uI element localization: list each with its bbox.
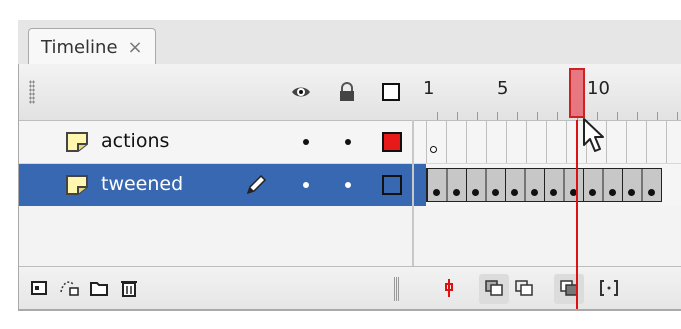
frames-area[interactable]	[426, 164, 681, 206]
frame-cells	[426, 121, 681, 163]
outline-color-swatch[interactable]	[382, 132, 402, 152]
timeline-panel-window: Timeline × 1 5 10 actions tweened	[0, 0, 681, 329]
keyframe-dot[interactable]	[608, 189, 616, 196]
layer-name-area[interactable]: tweened	[19, 164, 412, 206]
keyframe-dot[interactable]	[433, 189, 440, 196]
layer-icon	[66, 132, 88, 152]
frame-number: 1	[423, 78, 435, 99]
new-folder-icon[interactable]	[89, 278, 109, 298]
frame-number: 10	[587, 78, 610, 99]
keyframe-dot[interactable]	[628, 189, 635, 196]
timeline-toolbar	[19, 266, 681, 310]
keyframe-dot[interactable]	[452, 189, 460, 196]
empty-keyframe[interactable]	[430, 146, 437, 153]
keyframe-dot[interactable]	[511, 189, 518, 196]
keyframe-dot[interactable]	[472, 189, 479, 196]
toolbar-splitter[interactable]	[394, 277, 399, 301]
lock-toggle[interactable]	[345, 139, 351, 145]
eye-icon[interactable]	[291, 82, 311, 102]
motion-guide-icon[interactable]	[59, 278, 79, 298]
tab-title: Timeline	[41, 36, 118, 58]
tab-timeline[interactable]: Timeline ×	[28, 28, 156, 65]
empty-layer-area[interactable]	[19, 206, 681, 266]
timeline-panel: 1 5 10 actions tweened	[18, 64, 681, 310]
keyframe-dot[interactable]	[530, 189, 538, 196]
visibility-toggle[interactable]	[303, 139, 309, 145]
panel-tab-strip: Timeline ×	[18, 20, 681, 65]
layer-name[interactable]: tweened	[101, 173, 183, 195]
onion-skin-outlines-icon[interactable]	[514, 278, 534, 298]
playhead[interactable]	[569, 68, 585, 118]
visibility-toggle[interactable]	[303, 182, 309, 188]
panel-bottom-border	[18, 309, 681, 311]
grip-icon[interactable]	[29, 80, 35, 104]
keyframe-dot[interactable]	[589, 189, 596, 196]
layer-row-tweened[interactable]: tweened	[19, 164, 681, 206]
keyframe-span[interactable]	[426, 168, 662, 202]
frame-number: 5	[497, 78, 509, 99]
layer-icon	[66, 175, 88, 195]
keyframe-dot[interactable]	[491, 189, 499, 196]
center-frame-icon[interactable]	[439, 278, 459, 298]
frame-ruler-ticks	[423, 112, 681, 120]
frames-area[interactable]	[426, 121, 681, 163]
keyframe-dot[interactable]	[550, 189, 557, 196]
onion-skin-icon[interactable]	[484, 278, 504, 298]
keyframe-dot[interactable]	[647, 189, 655, 196]
outline-icon[interactable]	[381, 82, 401, 102]
new-layer-icon[interactable]	[29, 278, 49, 298]
modify-onion-markers-icon[interactable]	[599, 278, 619, 298]
delete-layer-icon[interactable]	[119, 278, 139, 298]
close-icon[interactable]: ×	[128, 37, 143, 58]
layer-name-area[interactable]: actions	[19, 121, 412, 163]
pencil-icon	[246, 174, 267, 195]
outline-color-swatch[interactable]	[382, 175, 402, 195]
playhead-line	[576, 120, 578, 309]
lock-icon[interactable]	[337, 82, 357, 102]
layer-name[interactable]: actions	[101, 130, 169, 152]
frame-number-ruler[interactable]: 1 5 10	[423, 64, 681, 120]
lock-toggle[interactable]	[345, 182, 351, 188]
mouse-cursor-icon	[583, 118, 604, 152]
